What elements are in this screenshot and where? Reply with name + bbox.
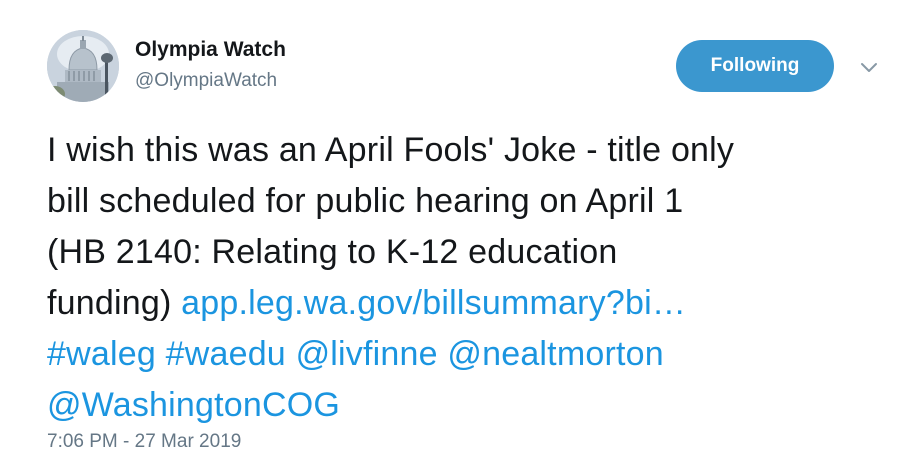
hashtag-link[interactable]: #waedu xyxy=(166,335,286,373)
hashtag-link[interactable]: #waleg xyxy=(47,335,156,373)
display-name[interactable]: Olympia Watch xyxy=(135,37,286,63)
tweet-text-fragment: funding) xyxy=(47,284,172,322)
tweet-text-line: #waleg #waedu @livfinne @nealtmorton xyxy=(47,329,907,380)
mention-link[interactable]: @nealtmorton xyxy=(447,335,663,373)
mention-link[interactable]: @WashingtonCOG xyxy=(47,386,340,424)
following-button[interactable]: Following xyxy=(676,40,834,92)
avatar[interactable] xyxy=(47,30,119,102)
tweet-text-line: bill scheduled for public hearing on Apr… xyxy=(47,182,684,220)
tweet-card: Olympia Watch @OlympiaWatch Following I … xyxy=(0,0,920,468)
mention-link[interactable]: @livfinne xyxy=(296,335,438,373)
timestamp[interactable]: 7:06 PM - 27 Mar 2019 xyxy=(47,430,241,454)
tweet-text-line: (HB 2140: Relating to K-12 education xyxy=(47,233,618,271)
tweet-text-line: funding) app.leg.wa.gov/billsummary?bi… xyxy=(47,278,907,329)
bill-summary-link[interactable]: app.leg.wa.gov/billsummary?bi… xyxy=(181,284,686,322)
tweet-text-line: @WashingtonCOG xyxy=(47,380,907,431)
tweet-text-line: I wish this was an April Fools' Joke - t… xyxy=(47,131,735,169)
tweet-text: I wish this was an April Fools' Joke - t… xyxy=(47,125,907,431)
chevron-down-icon[interactable] xyxy=(858,56,880,78)
capitol-dome-icon xyxy=(47,30,119,102)
handle[interactable]: @OlympiaWatch xyxy=(135,69,277,93)
